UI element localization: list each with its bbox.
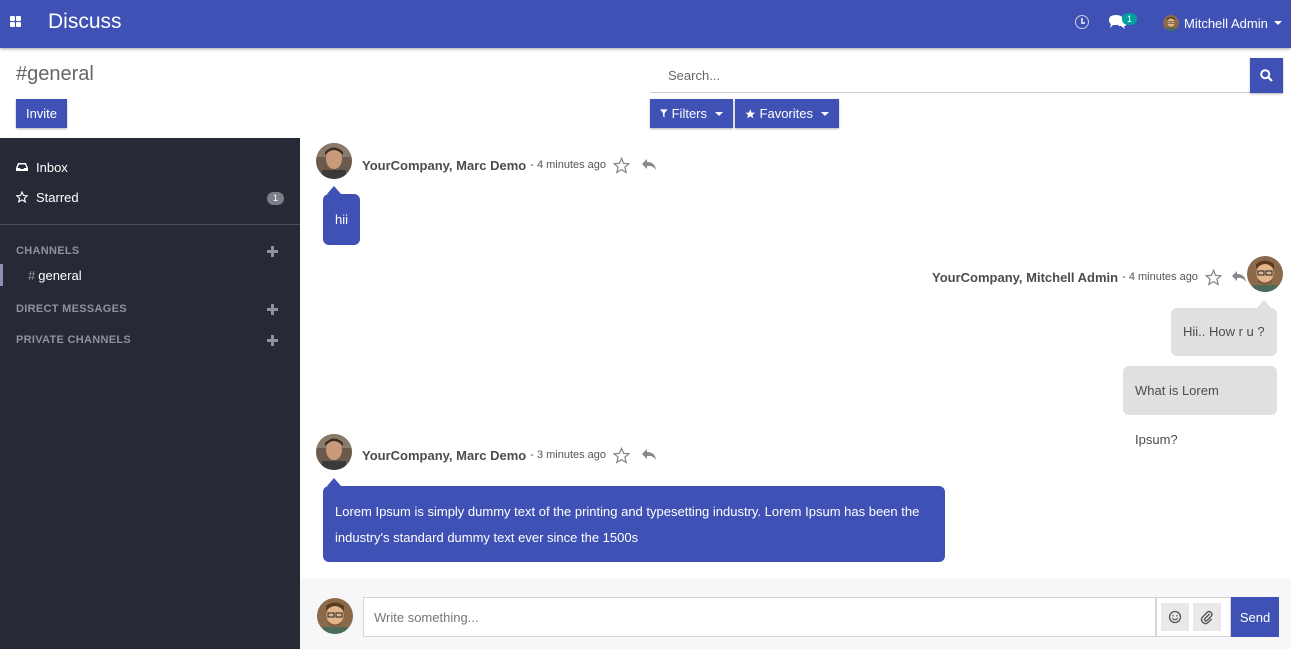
bubble-tail xyxy=(327,186,341,194)
send-button[interactable]: Send xyxy=(1231,597,1279,637)
sidebar-divider xyxy=(0,224,300,225)
message-input[interactable]: Write something... xyxy=(363,597,1156,637)
message-text-line: industry's standard dummy text ever sinc… xyxy=(335,530,639,545)
chevron-down-icon xyxy=(1273,21,1282,25)
message-bubble: What is Lorem Ipsum? xyxy=(1123,366,1277,447)
sidebar-item-starred[interactable]: Starred xyxy=(16,187,79,207)
filters-button[interactable]: Filters xyxy=(650,99,733,128)
messages-count-badge: 1 xyxy=(1122,13,1137,25)
sidebar-item-label: Starred xyxy=(36,189,79,205)
bubble-tail xyxy=(327,478,341,486)
activity-clock-icon[interactable] xyxy=(1075,15,1089,29)
private-channels-header: PRIVATE CHANNELS xyxy=(16,334,132,346)
message-text-line: Lorem Ipsum is simply dummy text of the … xyxy=(335,504,920,519)
message-thread: YourCompany, Marc Demo - 4 minutes ago h… xyxy=(300,138,1291,579)
smiley-icon xyxy=(1168,610,1182,624)
emoji-button[interactable] xyxy=(1161,603,1189,631)
channels-header: CHANNELS xyxy=(16,245,80,257)
starred-count-badge: 1 xyxy=(267,192,284,205)
sidebar-item-general[interactable]: # general xyxy=(0,264,300,288)
search-icon xyxy=(1260,69,1273,82)
star-outline-icon xyxy=(16,191,28,203)
bubble-tail xyxy=(1257,300,1271,308)
paperclip-icon xyxy=(1200,610,1213,625)
star-icon[interactable] xyxy=(1204,268,1222,286)
add-direct-message-plus-icon[interactable] xyxy=(267,304,278,315)
message-date: - 4 minutes ago xyxy=(1122,271,1198,283)
user-name: Mitchell Admin xyxy=(1184,15,1268,31)
avatar xyxy=(317,598,353,634)
avatar[interactable] xyxy=(316,434,352,470)
message-date: - 3 minutes ago xyxy=(530,449,607,461)
app-title: Discuss xyxy=(48,10,122,33)
apps-menu-icon[interactable] xyxy=(10,16,22,28)
star-icon[interactable] xyxy=(613,446,631,464)
message-bubble: Hii.. How r u ? xyxy=(1171,308,1277,356)
message-author[interactable]: YourCompany, Marc Demo xyxy=(362,158,526,173)
search-button[interactable] xyxy=(1250,58,1283,93)
star-icon xyxy=(745,108,756,118)
reply-icon[interactable] xyxy=(642,449,657,461)
page-title: #general xyxy=(16,63,94,85)
sidebar-item-label: Inbox xyxy=(36,159,68,175)
message-author[interactable]: YourCompany, Marc Demo xyxy=(362,448,526,463)
message-header: YourCompany, Mitchell Admin - 4 minutes … xyxy=(932,268,1246,286)
favorites-button[interactable]: Favorites xyxy=(735,99,839,128)
inbox-icon xyxy=(16,162,28,172)
chevron-down-icon xyxy=(821,111,829,116)
avatar[interactable] xyxy=(316,143,352,179)
message-header: YourCompany, Marc Demo - 3 minutes ago xyxy=(362,446,657,464)
hash-icon: # xyxy=(28,268,36,283)
user-menu[interactable]: Mitchell Admin xyxy=(1163,13,1282,33)
attach-button[interactable] xyxy=(1193,603,1221,631)
message-bubble: Lorem Ipsum is simply dummy text of the … xyxy=(323,486,945,562)
discuss-sidebar: Inbox Starred 1 CHANNELS # general DIRECT… xyxy=(0,138,300,649)
reply-icon[interactable] xyxy=(1231,271,1246,283)
message-author[interactable]: YourCompany, Mitchell Admin xyxy=(932,270,1118,285)
add-private-channel-plus-icon[interactable] xyxy=(267,335,278,346)
filters-label: Filters xyxy=(671,106,707,121)
star-icon[interactable] xyxy=(613,156,631,174)
channel-label: general xyxy=(38,268,82,283)
search-input[interactable]: Search... xyxy=(650,58,1250,93)
avatar[interactable] xyxy=(1247,256,1283,292)
message-bubble: hii xyxy=(323,194,361,245)
filter-icon xyxy=(660,109,668,118)
chevron-down-icon xyxy=(715,111,723,116)
add-channel-plus-icon[interactable] xyxy=(267,246,278,257)
user-avatar xyxy=(1163,15,1179,31)
favorites-label: Favorites xyxy=(759,106,813,121)
composer-tools xyxy=(1156,597,1231,637)
message-header: YourCompany, Marc Demo - 4 minutes ago xyxy=(362,156,657,174)
direct-messages-header: DIRECT MESSAGES xyxy=(16,303,127,315)
reply-icon[interactable] xyxy=(642,159,657,171)
top-navbar: Discuss 1 Mitchell Admin xyxy=(0,0,1291,48)
invite-button[interactable]: Invite xyxy=(16,99,67,128)
message-composer: Write something... Send xyxy=(300,579,1291,649)
message-date: - 4 minutes ago xyxy=(530,159,607,171)
sidebar-item-inbox[interactable]: Inbox xyxy=(16,157,68,177)
